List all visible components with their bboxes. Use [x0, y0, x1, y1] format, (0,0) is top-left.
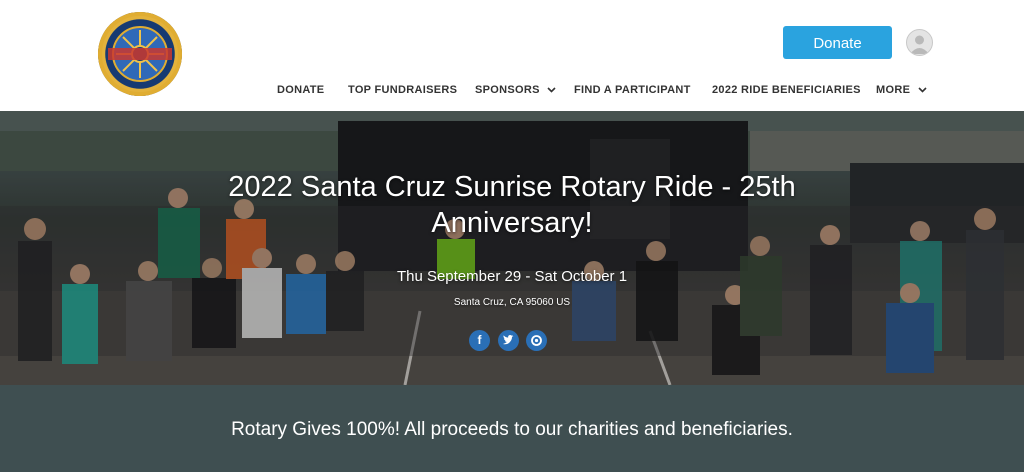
facebook-share-button[interactable]: f: [469, 330, 490, 351]
beneficiary-banner: Rotary Gives 100%! All proceeds to our c…: [0, 385, 1024, 472]
nav-item-top-fundraisers[interactable]: TOP FUNDRAISERS: [348, 84, 457, 96]
hero-section: 2022 Santa Cruz Sunrise Rotary Ride - 25…: [0, 111, 1024, 385]
site-header: Donate DONATE TOP FUNDRAISERS SPONSORS F…: [0, 0, 1024, 111]
nav-item-more-label: MORE: [876, 84, 911, 96]
donate-button[interactable]: Donate: [783, 26, 892, 59]
facebook-icon: f: [477, 333, 482, 347]
user-avatar[interactable]: [906, 29, 933, 56]
email-share-button[interactable]: [526, 330, 547, 351]
twitter-icon: [503, 334, 514, 345]
email-icon: [531, 335, 542, 346]
nav-item-sponsors[interactable]: SPONSORS: [475, 84, 556, 96]
chevron-down-icon: [917, 87, 927, 93]
nav-item-donate[interactable]: DONATE: [277, 84, 324, 96]
event-date: Thu September 29 - Sat October 1: [396, 268, 628, 285]
nav-item-ride-beneficiaries[interactable]: 2022 RIDE BENEFICIARIES: [712, 84, 861, 96]
event-location: Santa Cruz, CA 95060 US: [453, 297, 571, 308]
twitter-share-button[interactable]: [498, 330, 519, 351]
nav-item-sponsors-label: SPONSORS: [475, 84, 540, 96]
banner-message: Rotary Gives 100%! All proceeds to our c…: [231, 419, 793, 440]
chevron-down-icon: [547, 87, 556, 93]
nav-item-find-a-participant[interactable]: FIND A PARTICIPANT: [574, 84, 691, 96]
nav-item-more[interactable]: MORE: [876, 84, 927, 96]
user-icon: [910, 35, 929, 54]
event-title: 2022 Santa Cruz Sunrise Rotary Ride - 25…: [228, 171, 796, 239]
main-nav: DONATE TOP FUNDRAISERS SPONSORS FIND A P…: [0, 84, 1024, 100]
